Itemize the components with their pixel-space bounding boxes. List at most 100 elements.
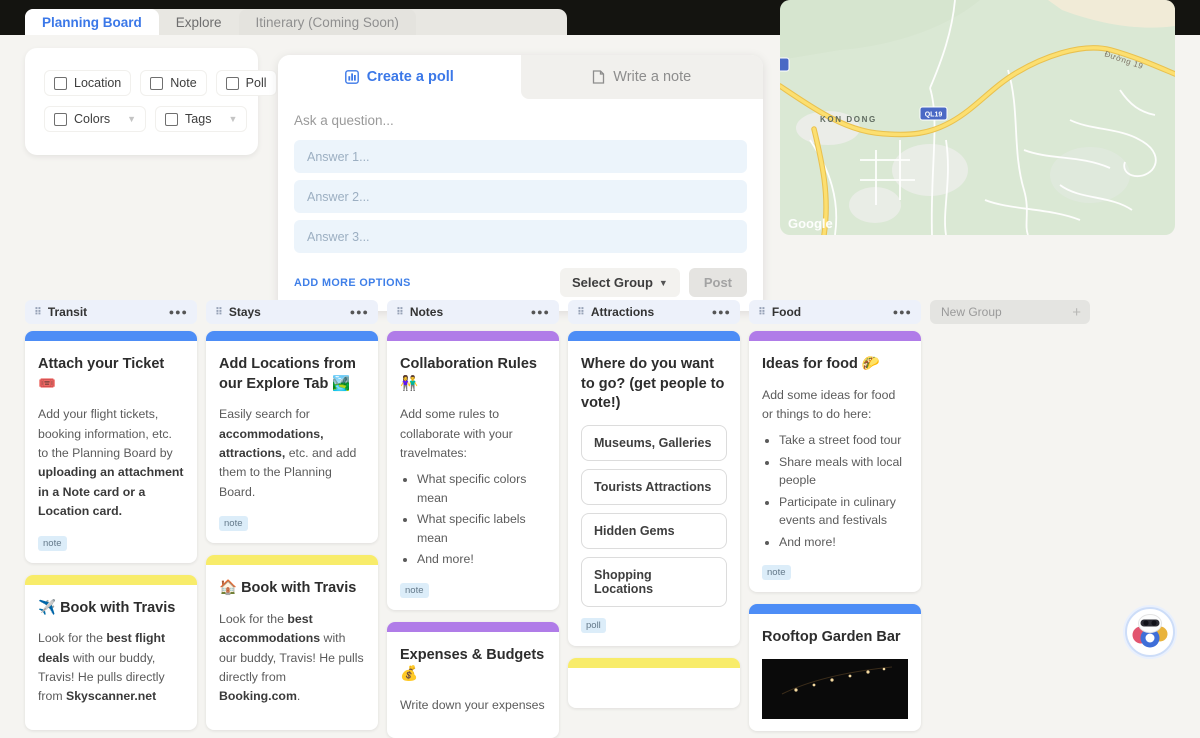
post-button[interactable]: Post [688,268,747,297]
card-color-bar [568,331,740,341]
poll-checkbox[interactable] [225,76,239,90]
card-text: Add your flight tickets, booking informa… [38,407,184,519]
drag-handle-icon[interactable]: ⠿ [577,307,585,318]
card-add-locations[interactable]: Add Locations from our Explore Tab 🏞️ Ea… [206,331,378,544]
card-text: Add some rules to collaborate with your … [400,407,513,460]
column-notes: ⠿ Notes ●●● Collaboration Rules 👫 Add so… [387,300,559,738]
caret-down-icon: ▼ [658,277,668,288]
add-more-options-button[interactable]: ADD MORE OPTIONS [294,277,411,289]
column-menu-icon[interactable]: ●●● [350,307,369,317]
new-group-input-wrap[interactable]: + [930,300,1090,324]
column-menu-icon[interactable]: ●●● [893,307,912,317]
poll-option[interactable]: Hidden Gems [581,512,727,549]
column-title: Transit [47,305,88,319]
card-title: 🏠 Book with Travis [219,580,357,597]
filter-colors[interactable]: Colors ▼ [44,106,147,132]
card-expenses-budgets[interactable]: Expenses & Budgets 💰 Write down your exp… [387,621,559,738]
new-group-input[interactable] [939,304,1053,320]
card-ideas-for-food[interactable]: Ideas for food 🌮 Add some ideas for food… [749,331,921,593]
card-title: Expenses & Budgets 💰 [400,646,545,683]
chevron-down-icon[interactable]: ▼ [228,114,237,124]
card-title: Rooftop Garden Bar [762,629,901,646]
filter-note[interactable]: Note [140,70,207,96]
filter-panel: Location Note Poll Colors ▼ Tags ▼ [25,48,277,155]
column-header-attractions[interactable]: ⠿ Attractions ●●● [568,300,740,324]
column-menu-icon[interactable]: ●●● [169,307,188,317]
poll-answer-3-input[interactable] [294,220,747,253]
filter-tags[interactable]: Tags ▼ [155,106,248,132]
chevron-down-icon[interactable]: ▼ [127,114,136,124]
column-title: Notes [409,305,444,319]
column-menu-icon[interactable]: ●●● [531,307,550,317]
column-header-transit[interactable]: ⠿ Transit ●●● [25,300,197,324]
poll-option[interactable]: Museums, Galleries [581,424,727,461]
column-header-stays[interactable]: ⠿ Stays ●●● [206,300,378,324]
column-food: ⠿ Food ●●● Ideas for food 🌮 Add some ide… [749,300,921,731]
add-group-plus-icon[interactable]: + [1072,305,1081,320]
colors-checkbox[interactable] [54,112,67,126]
card-book-travis-stays[interactable]: 🏠 Book with Travis Look for the best acc… [206,555,378,730]
filter-colors-label: Colors [74,112,111,126]
note-tag-badge: note [38,535,67,551]
drag-handle-icon[interactable]: ⠿ [758,307,766,318]
drag-handle-icon[interactable]: ⠿ [396,307,404,318]
note-checkbox[interactable] [150,76,164,90]
location-checkbox[interactable] [54,76,67,90]
filter-tags-label: Tags [185,112,212,126]
card-color-bar [25,574,197,585]
card-title: Add Locations from our Explore Tab 🏞️ [219,356,356,392]
note-tag-badge: note [219,516,248,532]
card-collaboration-rules[interactable]: Collaboration Rules 👫 Add some rules to … [387,331,559,610]
filter-poll-label: Poll [245,76,267,90]
card-text: Write down your expenses [400,697,545,712]
column-menu-icon[interactable]: ●●● [712,307,731,317]
filter-poll[interactable]: Poll [215,70,277,96]
map-canvas: KON DONG QL19 Đường 19 Google [780,0,1175,235]
column-stays: ⠿ Stays ●●● Add Locations from our Explo… [206,300,378,730]
map-panel[interactable]: KON DONG QL19 Đường 19 Google [780,0,1175,235]
assistant-mascot-button[interactable] [1122,604,1178,660]
note-document-icon [593,70,605,84]
card-text: Look for the best accommodations with ou… [219,611,364,704]
card-title: Attach your Ticket 🎟️ [38,356,165,392]
card-partial[interactable] [568,658,740,708]
card-book-travis-flights[interactable]: ✈️ Book with Travis Look for the best fl… [25,574,197,730]
note-tag-badge: note [400,582,429,598]
tab-explore[interactable]: Explore [159,9,239,35]
poll-answer-1-input[interactable] [294,140,747,173]
column-header-food[interactable]: ⠿ Food ●●● [749,300,921,324]
tab-write-note[interactable]: Write a note [520,55,763,99]
select-group-dropdown[interactable]: Select Group ▼ [559,268,680,297]
column-title: Attractions [590,305,655,319]
poll-option[interactable]: Shopping Locations [581,556,727,607]
column-attractions: ⠿ Attractions ●●● Where do you want to g… [568,300,740,708]
poll-tag-badge: poll [581,617,606,633]
tab-itinerary[interactable]: Itinerary (Coming Soon) [238,9,416,35]
composer-tabs: Create a poll Write a note [278,55,763,99]
card-title: ✈️ Book with Travis [38,599,176,616]
kanban-board: ⠿ Transit ●●● Attach your Ticket 🎟️ Add … [25,300,1090,738]
poll-question-input[interactable] [294,107,747,140]
route-badge-ql19: QL19 [919,106,948,121]
note-tag-badge: note [762,565,791,581]
poll-answer-2-input[interactable] [294,180,747,213]
composer-card: Create a poll Write a note ADD MORE OPTI… [278,55,763,311]
card-color-bar [387,621,559,632]
poll-option[interactable]: Tourists Attractions [581,468,727,505]
card-rooftop-garden-bar[interactable]: Rooftop Garden Bar [749,604,921,731]
drag-handle-icon[interactable]: ⠿ [215,307,223,318]
filter-location[interactable]: Location [44,70,132,96]
card-color-bar [206,331,378,341]
card-bullet-list: What specific colors mean What specific … [400,470,546,568]
svg-text:QL19: QL19 [925,112,943,119]
column-title: Food [771,305,802,319]
tab-planning-board[interactable]: Planning Board [25,9,159,35]
card-color-bar [25,331,197,341]
tags-checkbox[interactable] [165,112,179,126]
column-header-notes[interactable]: ⠿ Notes ●●● [387,300,559,324]
card-text: Add some ideas for food or things to do … [762,387,896,421]
tab-create-poll[interactable]: Create a poll [278,55,521,99]
drag-handle-icon[interactable]: ⠿ [34,307,42,318]
card-attach-ticket[interactable]: Attach your Ticket 🎟️ Add your flight ti… [25,331,197,563]
card-where-to-go-poll[interactable]: Where do you want to go? (get people to … [568,331,740,646]
